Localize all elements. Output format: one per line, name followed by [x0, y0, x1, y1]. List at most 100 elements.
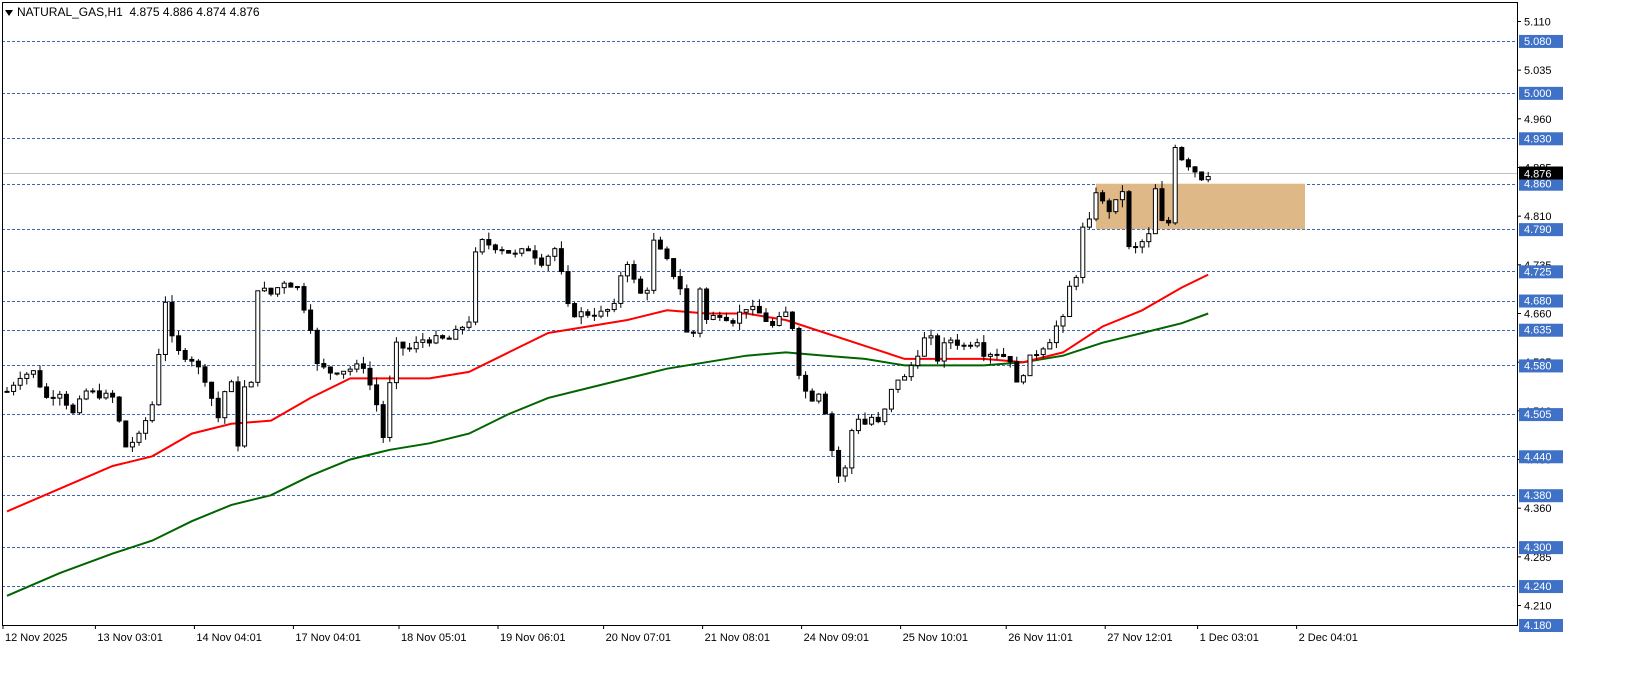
candle-body [70, 404, 76, 414]
candle-body [50, 396, 56, 399]
candle-body [1027, 354, 1033, 377]
candle-body [1146, 233, 1152, 243]
level-label: 5.000 [1524, 88, 1552, 100]
candle-body [657, 239, 663, 250]
candle-body [1192, 166, 1198, 173]
candle-body [103, 392, 109, 399]
candle-body [499, 249, 505, 252]
candle-body [169, 301, 175, 337]
candle-body [618, 275, 624, 304]
candle-body [486, 239, 492, 246]
candle-body [367, 367, 373, 386]
level-label: 4.860 [1524, 179, 1552, 191]
y-tick-label: 4.810 [1524, 211, 1552, 223]
candle-body [902, 376, 908, 381]
candle-body [77, 398, 83, 414]
candle-body [875, 416, 881, 423]
candle-body [426, 339, 432, 344]
candle-body [1086, 218, 1092, 228]
candle-body [961, 344, 967, 347]
candle-body [519, 248, 525, 254]
candle-body [176, 335, 182, 352]
x-tick-label: 2 Dec 04:01 [1299, 632, 1358, 644]
candle-body [572, 303, 578, 318]
candle-body [1001, 353, 1007, 357]
candle-body [1113, 199, 1119, 213]
x-tick-label: 19 Nov 06:01 [500, 632, 565, 644]
candle-body [611, 302, 617, 311]
candle-body [591, 314, 597, 317]
candle-body [1199, 171, 1205, 181]
candle-body [1172, 147, 1178, 224]
candle-body [90, 390, 96, 393]
x-tick-label: 27 Nov 12:01 [1107, 632, 1172, 644]
candle-body [182, 350, 188, 360]
candle-body [44, 386, 50, 398]
candle-body [341, 370, 347, 375]
candle-body [809, 390, 815, 402]
candle-body [730, 320, 736, 324]
levels-layer [2, 41, 1517, 626]
candle-body [684, 288, 690, 333]
level-label: 4.505 [1524, 409, 1552, 421]
candle-body [149, 404, 155, 422]
candle-body [783, 311, 789, 317]
candle-body [981, 342, 987, 357]
candle-body [374, 384, 380, 406]
candle-body [255, 290, 261, 383]
candle-body [525, 248, 531, 252]
candle-body [1073, 276, 1079, 287]
candle-body [928, 335, 934, 339]
symbol-dropdown-icon[interactable] [5, 10, 13, 16]
candle-body [532, 250, 538, 259]
candle-body [37, 370, 43, 388]
level-label: 4.725 [1524, 266, 1552, 278]
candle-body [836, 449, 842, 477]
candle-body [30, 370, 36, 375]
candle-body [360, 363, 366, 369]
candle-body [1185, 159, 1191, 168]
y-tick-label: 4.960 [1524, 114, 1552, 126]
candle-body [941, 342, 947, 362]
candle-body [294, 286, 300, 289]
candle-body [710, 314, 716, 320]
x-tick-label: 1 Dec 03:01 [1200, 632, 1259, 644]
candle-body [789, 311, 795, 329]
candle-body [974, 342, 980, 347]
candle-body [796, 327, 802, 376]
candle-body [585, 311, 591, 316]
candle-body [308, 309, 314, 331]
x-tick-label: 12 Nov 2025 [5, 632, 67, 644]
candle-body [235, 381, 241, 447]
candle-body [539, 257, 545, 266]
level-label: 4.440 [1524, 451, 1552, 463]
candle-body [453, 328, 459, 340]
level-label: 4.580 [1524, 360, 1552, 372]
candle-body [743, 309, 749, 313]
candle-body [677, 276, 683, 290]
x-tick-label: 14 Nov 04:01 [196, 632, 261, 644]
candle-body [261, 287, 267, 292]
candle-body [393, 341, 399, 384]
y-tick-label: 4.210 [1524, 601, 1552, 613]
candle-body [17, 377, 23, 386]
candle-body [855, 418, 861, 432]
candle-body [327, 366, 333, 374]
candle-body [968, 344, 974, 347]
candle-body [57, 393, 63, 399]
candle-body [869, 416, 875, 425]
candle-body [1159, 188, 1165, 221]
candle-body [506, 250, 512, 254]
level-label: 5.080 [1524, 36, 1552, 48]
candle-body [750, 305, 756, 311]
current-price-label: 4.876 [1524, 169, 1552, 181]
candle-body [189, 358, 195, 362]
candle-body [446, 337, 452, 340]
x-tick-label: 25 Nov 10:01 [903, 632, 968, 644]
x-tick-label: 20 Nov 07:01 [606, 632, 671, 644]
candle-body [908, 364, 914, 378]
candle-body [420, 339, 426, 343]
candle-body [11, 384, 17, 392]
candle-body [770, 320, 776, 326]
candle-body [1014, 361, 1020, 383]
